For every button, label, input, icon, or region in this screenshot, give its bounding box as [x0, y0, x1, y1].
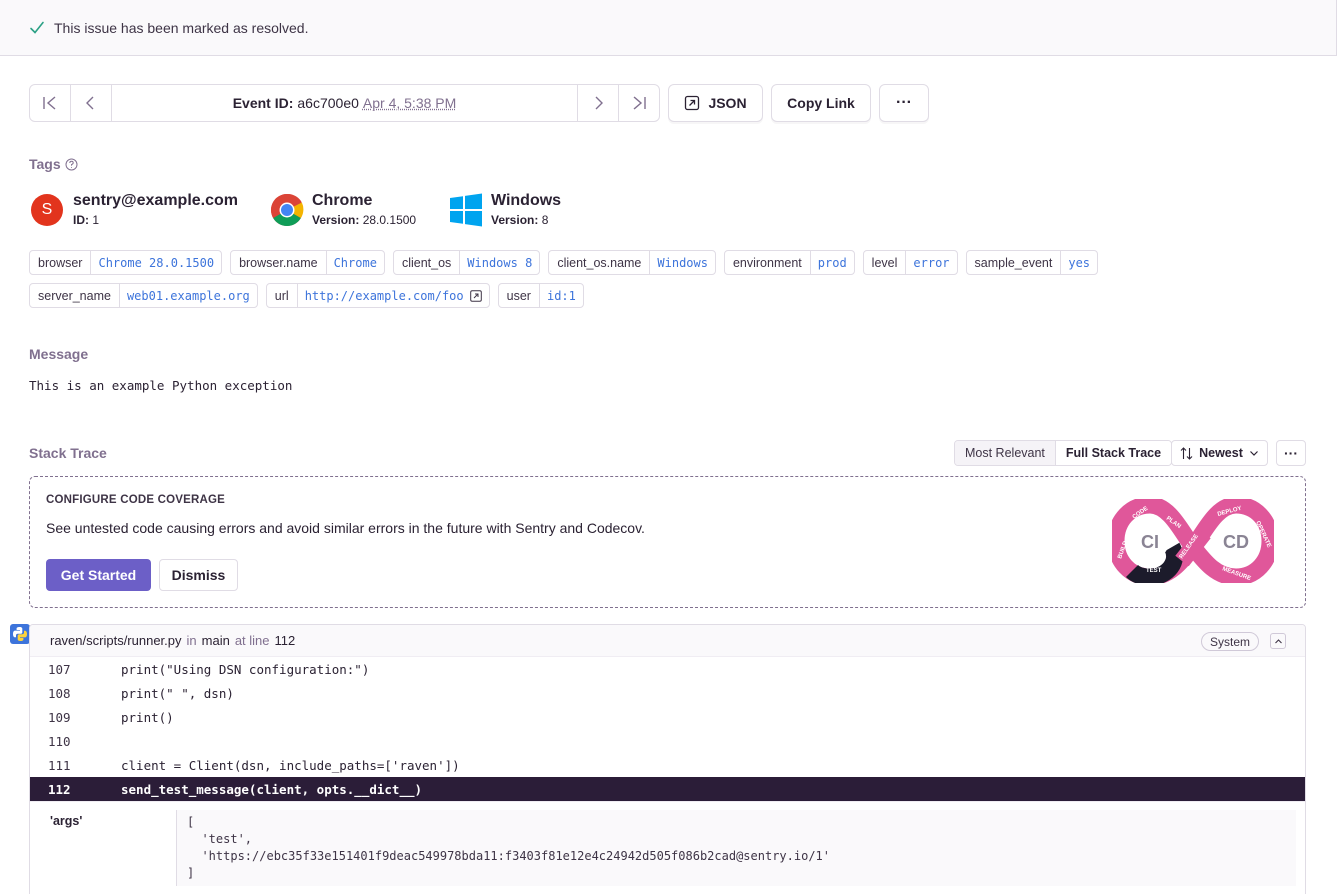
frame-header[interactable]: raven/scripts/runner.py in main at line …: [30, 625, 1305, 657]
browser-version: Version: 28.0.1500: [312, 213, 417, 227]
event-id-value: a6c700e0: [297, 95, 359, 111]
tags-title: Tags: [29, 156, 61, 172]
open-external-icon: [685, 95, 700, 111]
last-event-button[interactable]: [618, 85, 659, 121]
tag-server-name[interactable]: server_name web01.example.org: [29, 283, 258, 308]
variable-value: [ 'test', 'https://ebc35f33e151401f9deac…: [176, 810, 1296, 886]
os-version: Version: 8: [491, 213, 549, 227]
json-button[interactable]: JSON: [668, 84, 763, 122]
stack-trace-heading: Stack Trace: [29, 445, 107, 461]
most-relevant-toggle[interactable]: Most Relevant: [955, 441, 1055, 465]
avatar: S: [31, 194, 63, 226]
tag-browser-name[interactable]: browser.name Chrome: [230, 250, 385, 275]
more-icon: ···: [896, 94, 912, 111]
stack-frame: raven/scripts/runner.py in main at line …: [29, 624, 1306, 894]
json-label: JSON: [708, 95, 747, 111]
context-browser: Chrome Version: 28.0.1500: [270, 192, 416, 228]
next-event-button[interactable]: [577, 85, 618, 121]
logo-test: TEST: [1146, 568, 1162, 574]
frame-in-label: in: [186, 633, 197, 648]
code-line: 109 print(): [48, 709, 174, 725]
resolved-banner: This issue has been marked as resolved.: [0, 0, 1337, 56]
system-badge: System: [1201, 632, 1260, 651]
event-id-label: Event ID:: [232, 95, 294, 111]
code-line: 111 client = Client(dsn, include_paths=['…: [48, 757, 460, 773]
context-os: Windows Version: 8: [449, 192, 561, 228]
full-stack-trace-toggle[interactable]: Full Stack Trace: [1054, 441, 1172, 465]
tag-client-os[interactable]: client_os Windows 8: [392, 250, 541, 275]
previous-event-button[interactable]: [71, 85, 112, 121]
code-line: 108 print(" ", dsn): [48, 685, 234, 701]
collapse-frame-button[interactable]: [1270, 633, 1286, 649]
browser-name: Chrome: [312, 192, 373, 209]
copy-link-button[interactable]: Copy Link: [771, 84, 871, 122]
code-line: 107 print("Using DSN configuration:"): [48, 661, 370, 677]
frame-line-number: 112: [274, 633, 296, 648]
copy-link-label: Copy Link: [787, 95, 855, 111]
tag-url[interactable]: url http://example.com/foo: [265, 283, 490, 308]
dismiss-button[interactable]: Dismiss: [159, 559, 238, 591]
tag-user[interactable]: user id:1: [497, 283, 584, 308]
chevron-right-icon: [595, 96, 603, 110]
last-icon: [633, 96, 646, 110]
first-icon: [43, 96, 56, 110]
get-started-button[interactable]: Get Started: [46, 559, 151, 591]
chevron-up-icon: [1274, 638, 1282, 643]
tag-browser[interactable]: browser Chrome 28.0.1500: [29, 250, 223, 275]
frame-filename: raven/scripts/runner.py: [50, 633, 182, 648]
first-event-button[interactable]: [30, 85, 71, 121]
code-line-highlighted: 112 send_test_message(client, opts.__dict…: [30, 777, 1305, 801]
context-user: S sentry@example.com ID: 1: [31, 192, 238, 228]
tag-sample-event[interactable]: sample_event yes: [965, 250, 1099, 275]
sort-label: Newest: [1199, 446, 1243, 460]
code-line: 110: [48, 733, 71, 749]
event-id-display: Event ID: a6c700e0 Apr 4, 5:38 PM: [112, 85, 577, 121]
windows-icon: [450, 193, 482, 227]
os-name: Windows: [491, 192, 562, 209]
coverage-description: See untested code causing errors and avo…: [46, 520, 645, 536]
banner-text: This issue has been marked as resolved.: [54, 19, 309, 36]
python-icon: [10, 624, 30, 644]
message-heading: Message: [29, 346, 89, 362]
more-actions-button[interactable]: ···: [879, 84, 929, 122]
stack-more-button[interactable]: ···: [1276, 440, 1306, 466]
coverage-heading: CONFIGURE CODE COVERAGE: [46, 494, 226, 506]
frame-function: main: [201, 633, 230, 648]
frame-variables: 'args' [ 'test', 'https://ebc35f33e15140…: [30, 801, 1305, 893]
stack-view-toggle: Most Relevant Full Stack Trace: [954, 440, 1173, 466]
user-id: ID: 1: [73, 213, 100, 227]
event-navigator: Event ID: a6c700e0 Apr 4, 5:38 PM: [29, 84, 660, 122]
chrome-icon: [270, 193, 304, 227]
sort-order-dropdown[interactable]: Newest: [1171, 440, 1268, 466]
code-coverage-prompt: CONFIGURE CODE COVERAGE See untested cod…: [29, 476, 1306, 608]
logo-cd: CD: [1223, 532, 1249, 552]
logo-ci: CI: [1141, 532, 1159, 552]
checkmark-icon: [30, 21, 44, 34]
variable-key: 'args': [50, 814, 83, 828]
tag-list: browser Chrome 28.0.1500 browser.name Chro…: [29, 250, 1139, 308]
tag-environment[interactable]: environment prod: [723, 250, 855, 275]
help-icon[interactable]: [65, 158, 78, 171]
event-date[interactable]: Apr 4, 5:38 PM: [363, 95, 456, 111]
ci-cd-illustration: CI CD CODE PLAN BUILD TEST RELEASE DEPLO…: [1112, 499, 1274, 583]
frame-at-line-label: at line: [234, 633, 270, 648]
tags-heading: Tags: [29, 156, 78, 172]
message-text: This is an example Python exception: [29, 378, 293, 393]
open-external-icon[interactable]: [469, 289, 482, 302]
tag-level[interactable]: level error: [862, 250, 958, 275]
chevron-down-icon: [1249, 451, 1258, 456]
user-email: sentry@example.com: [73, 192, 239, 209]
sort-icon: [1180, 446, 1193, 460]
tag-client-os-name[interactable]: client_os.name Windows: [548, 250, 716, 275]
chevron-left-icon: [86, 96, 94, 110]
